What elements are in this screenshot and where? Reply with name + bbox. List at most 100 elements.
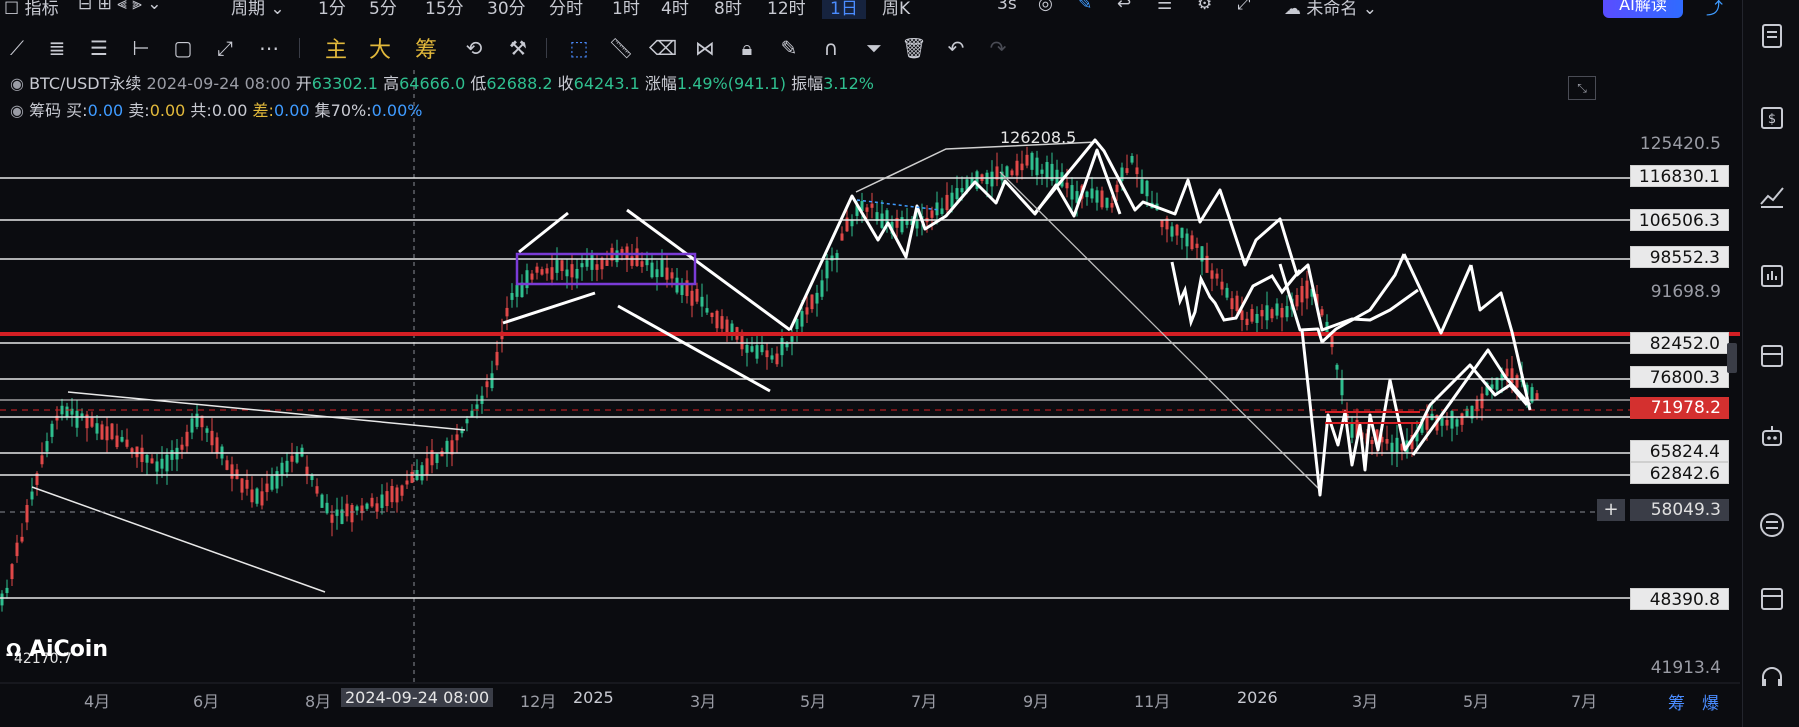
candle-body	[1065, 182, 1069, 189]
candle-body	[390, 486, 394, 503]
candle-body	[685, 280, 689, 297]
candle-body	[1040, 169, 1044, 174]
price-axis-handle[interactable]	[1727, 343, 1737, 373]
support-icon[interactable]	[1758, 664, 1786, 692]
candle-body	[940, 208, 944, 214]
candle-body	[20, 536, 24, 542]
candle-body	[350, 504, 354, 523]
candle-body	[790, 336, 794, 342]
candle-body	[30, 491, 34, 500]
candle-body	[550, 267, 554, 280]
candle-body	[540, 269, 544, 275]
right-sidebar: $	[1742, 0, 1799, 727]
candle-body	[10, 564, 14, 580]
candle-body	[635, 248, 639, 267]
candle-body	[1450, 410, 1454, 429]
candle-body	[645, 258, 649, 266]
candle-body	[545, 268, 549, 274]
chips-total: 0.00	[211, 101, 248, 120]
chips-corner-button[interactable]: 筹	[1668, 689, 1685, 714]
add-alert-button[interactable]: +	[1597, 499, 1625, 521]
candle-body	[260, 491, 264, 506]
price-label: 41913.4	[1650, 658, 1721, 678]
robot-icon[interactable]	[1758, 422, 1786, 450]
candle-body	[285, 460, 289, 473]
candle-body	[135, 446, 139, 458]
candle-body	[800, 311, 804, 327]
candle-body	[750, 346, 754, 352]
candle-body	[65, 406, 69, 417]
trend-icon[interactable]	[1758, 182, 1786, 210]
candle-body	[330, 514, 334, 523]
candle-body	[810, 294, 814, 310]
time-label: 5月	[1463, 692, 1490, 711]
visibility-eye-icon[interactable]: ◉	[10, 101, 24, 120]
candle-body	[915, 220, 919, 229]
candle-body	[950, 192, 954, 208]
candle-body	[575, 268, 579, 279]
stats-icon[interactable]	[1758, 262, 1786, 290]
candle-body	[700, 296, 704, 307]
candle-body	[820, 280, 824, 297]
candle-body	[1225, 287, 1229, 298]
candle-body	[755, 345, 759, 359]
layout-icon[interactable]	[1758, 585, 1786, 613]
candle-body	[630, 256, 634, 266]
visibility-eye-icon[interactable]: ◉	[10, 74, 24, 93]
candle-body	[325, 502, 329, 514]
peak-annotation: 126208.5	[1000, 128, 1077, 147]
candle-body	[335, 509, 339, 516]
candle-body	[345, 503, 349, 517]
candle-body	[640, 261, 644, 267]
candle-body	[215, 437, 219, 453]
candle-body	[205, 428, 209, 433]
chips-buy: 0.00	[87, 101, 124, 120]
candle-body	[580, 263, 584, 268]
candle-body	[1110, 203, 1114, 208]
candle-body	[385, 491, 389, 507]
candle-body	[1045, 162, 1049, 179]
asset-icon[interactable]: $	[1758, 103, 1786, 131]
candle-body	[490, 373, 494, 389]
high-value: 64666.0	[399, 74, 466, 93]
candle-body	[310, 475, 314, 480]
transfer-icon[interactable]	[1758, 511, 1786, 539]
candle-body	[195, 413, 199, 427]
time-label: 3月	[1352, 692, 1379, 711]
candle-body	[775, 353, 779, 365]
candle-body	[560, 260, 564, 272]
candle-body	[305, 466, 309, 476]
candle-body	[1320, 309, 1324, 316]
candle-body	[1300, 286, 1304, 303]
candle-body	[1535, 393, 1539, 400]
change-value: 1.49%(941.1)	[676, 74, 787, 93]
candle-body	[145, 454, 149, 463]
collapse-icon[interactable]: ⤡	[1568, 76, 1596, 100]
cursor-price-label: 58049.3	[1630, 499, 1729, 521]
candle-body	[140, 447, 144, 463]
trendline	[67, 391, 466, 431]
chips-diff: 0.00	[273, 101, 310, 120]
time-label: 9月	[1023, 692, 1050, 711]
candle-body	[300, 447, 304, 457]
candle-body	[1235, 295, 1239, 311]
time-label: 5月	[800, 692, 827, 711]
candle-body	[380, 494, 384, 508]
positions-icon[interactable]	[1758, 342, 1786, 370]
candle-body	[805, 307, 809, 315]
candle-body	[670, 272, 674, 279]
candle-body	[1245, 318, 1249, 326]
candle-body	[1510, 368, 1514, 384]
candle-body	[1035, 157, 1039, 176]
candle-body	[1295, 294, 1299, 307]
candle-body	[40, 455, 44, 465]
candle-body	[660, 259, 664, 277]
candle-body	[420, 465, 424, 481]
orders-icon[interactable]	[1758, 22, 1786, 50]
candle-body	[270, 475, 274, 490]
candle-body	[15, 542, 19, 557]
chips-sell: 0.00	[149, 101, 186, 120]
candle-body	[230, 464, 234, 479]
liquidation-corner-button[interactable]: 爆	[1702, 689, 1719, 714]
candle-body	[1460, 413, 1464, 425]
